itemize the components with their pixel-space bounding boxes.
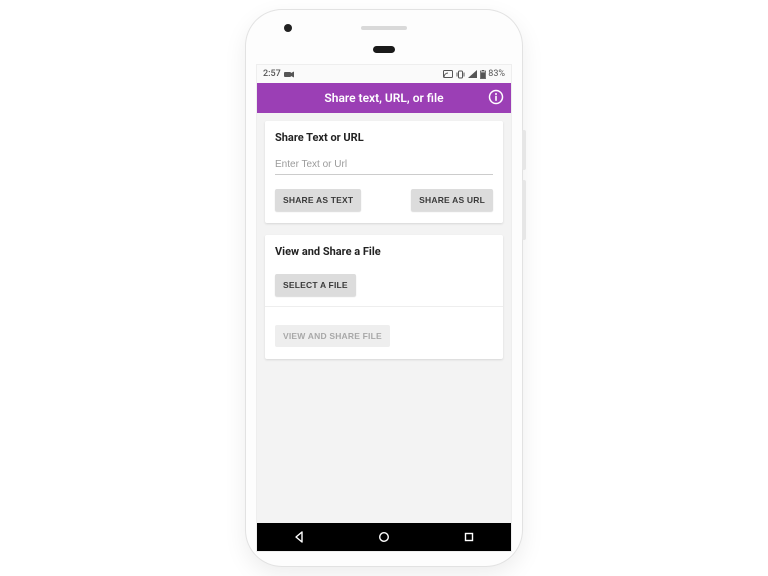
- view-share-file-button: VIEW AND SHARE FILE: [275, 325, 390, 347]
- home-icon: [378, 531, 390, 543]
- cast-icon: [443, 70, 453, 78]
- info-icon: [488, 89, 504, 108]
- status-bar: 2:57 83%: [257, 65, 511, 83]
- back-icon: [293, 531, 305, 543]
- info-button[interactable]: [487, 89, 505, 107]
- vibrate-icon: [456, 70, 465, 79]
- card-share-text: Share Text or URL SHARE AS TEXT SHARE AS…: [265, 121, 503, 223]
- select-file-button[interactable]: SELECT A FILE: [275, 274, 356, 296]
- side-button: [522, 130, 526, 170]
- card-title: View and Share a File: [275, 245, 493, 258]
- share-as-url-button[interactable]: SHARE AS URL: [411, 189, 493, 211]
- speaker-grille: [361, 26, 407, 30]
- content-area: Share Text or URL SHARE AS TEXT SHARE AS…: [257, 113, 511, 523]
- battery-icon: [480, 70, 486, 79]
- nav-recent-button[interactable]: [449, 523, 489, 551]
- screen: 2:57 83% Share text, URL, or file: [256, 64, 512, 552]
- app-bar-title: Share text, URL, or file: [324, 91, 443, 105]
- nav-home-button[interactable]: [364, 523, 404, 551]
- nav-bar: [257, 523, 511, 551]
- status-time: 2:57: [263, 69, 281, 79]
- share-as-text-button[interactable]: SHARE AS TEXT: [275, 189, 361, 211]
- recent-icon: [463, 531, 475, 543]
- card-title: Share Text or URL: [275, 131, 493, 144]
- phone-frame: 2:57 83% Share text, URL, or file: [246, 10, 522, 566]
- sensor-pill: [373, 46, 395, 53]
- text-url-input[interactable]: [275, 155, 493, 175]
- nav-back-button[interactable]: [279, 523, 319, 551]
- side-button: [522, 180, 526, 240]
- card-share-file: View and Share a File SELECT A FILE VIEW…: [265, 235, 503, 359]
- app-bar: Share text, URL, or file: [257, 83, 511, 113]
- signal-icon: [468, 70, 477, 78]
- battery-percent: 83%: [488, 69, 505, 79]
- camera-icon: [284, 71, 294, 78]
- divider: [265, 306, 503, 307]
